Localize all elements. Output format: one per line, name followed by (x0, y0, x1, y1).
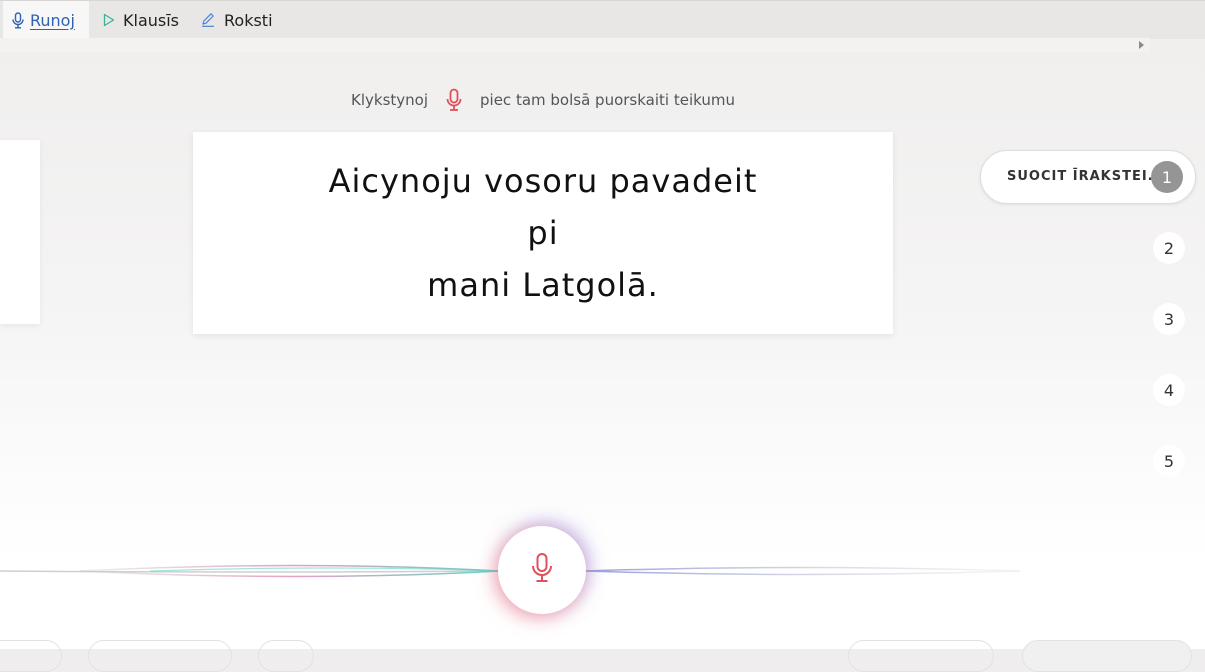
step-number: 5 (1153, 445, 1185, 477)
tab-klausis[interactable]: Klausīs (103, 1, 179, 39)
bottom-button[interactable] (88, 640, 232, 672)
mic-icon (446, 88, 462, 112)
sentence-card: Aicynoju vosoru pavadeit pi mani Latgolā… (193, 132, 893, 334)
bottom-button[interactable] (848, 640, 994, 672)
bottom-button[interactable] (1022, 640, 1192, 672)
tab-roksti-label: Roksti (224, 10, 273, 30)
sentence-line-1: Aicynoju vosoru pavadeit pi (328, 162, 758, 252)
bottom-button[interactable] (0, 640, 62, 672)
sentence-line-2: mani Latgolā. (427, 266, 659, 304)
audio-wave (0, 564, 1021, 578)
tab-runoj-label: Runoj (30, 10, 75, 30)
tab-klausis-label: Klausīs (123, 10, 179, 30)
step-number: 4 (1153, 374, 1185, 406)
submit-label: SUOCIT ĪRAKSTEI... (1007, 169, 1166, 184)
pencil-icon (200, 12, 216, 28)
sentence-text: Aicynoju vosoru pavadeit pi mani Latgolā… (308, 155, 778, 311)
previous-sentence-card (0, 140, 40, 324)
step-number: 2 (1153, 232, 1185, 264)
play-icon (103, 13, 115, 27)
instruction-before: Klykstynoj (351, 91, 429, 109)
tab-bar: Runoj Klausīs Roksti (0, 0, 1205, 39)
record-button[interactable] (498, 526, 586, 614)
mic-icon (12, 11, 24, 29)
tab-roksti[interactable]: Roksti (200, 1, 273, 39)
bottom-button[interactable] (258, 640, 314, 672)
submit-recordings-button[interactable]: SUOCIT ĪRAKSTEI... 1 (980, 150, 1196, 204)
tab-scroll-strip (0, 38, 1150, 52)
instruction-after: piec tam bolsā puorskaiti teikumu (480, 91, 735, 109)
step-number-current: 1 (1151, 161, 1183, 193)
instruction-line: Klykstynoj piec tam bolsā puorskaiti tei… (0, 88, 1086, 112)
step-number: 3 (1153, 303, 1185, 335)
mic-icon (531, 552, 553, 588)
scroll-right-arrow-icon[interactable] (1139, 41, 1144, 49)
tab-runoj[interactable]: Runoj (3, 1, 89, 39)
